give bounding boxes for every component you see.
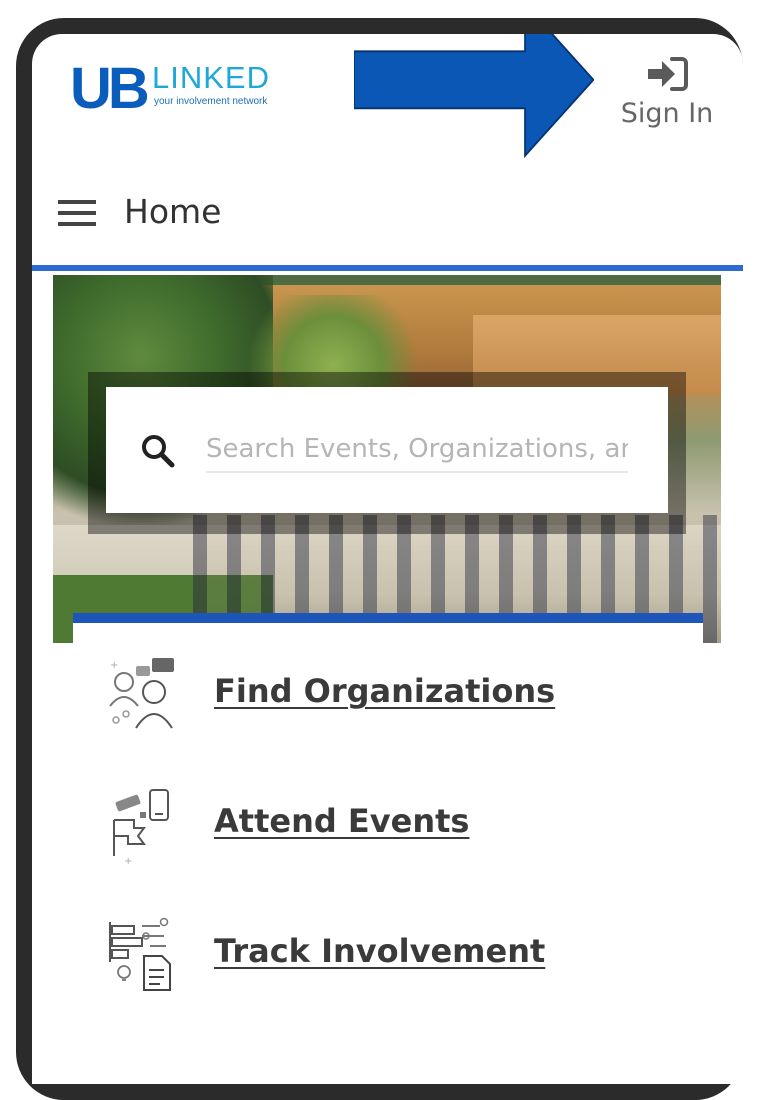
- nav-divider: [32, 265, 743, 271]
- search-icon: [142, 435, 175, 468]
- find-organizations-label[interactable]: Find Organizations: [214, 672, 555, 710]
- page-title: Home: [124, 192, 222, 231]
- ublinked-logo[interactable]: UB LINKED your involvement network: [70, 58, 290, 118]
- sign-in-button[interactable]: Sign In: [617, 54, 717, 134]
- logo-linked-text: LINKED: [152, 60, 270, 95]
- sign-in-icon: [648, 57, 688, 91]
- app-screen: UB LINKED your involvement network Sign …: [32, 34, 743, 1084]
- svg-text:+: +: [124, 856, 132, 866]
- logo-ub-text: UB: [70, 56, 150, 121]
- nav-bar: Home: [32, 184, 743, 264]
- logo-tagline: your involvement network: [154, 96, 268, 107]
- hero-banner: [53, 275, 721, 643]
- find-organizations-link[interactable]: + Find Organizations: [102, 656, 662, 736]
- hamburger-menu-icon[interactable]: [58, 200, 96, 230]
- attend-events-link[interactable]: + Attend Events: [102, 786, 662, 866]
- annotation-arrow: [354, 34, 594, 159]
- find-organizations-icon: +: [109, 658, 174, 729]
- sign-in-label: Sign In: [620, 98, 714, 129]
- track-involvement-label[interactable]: Track Involvement: [214, 932, 545, 970]
- search-input[interactable]: [206, 427, 628, 473]
- search-box[interactable]: [106, 387, 668, 513]
- hero-accent-bar: [73, 613, 703, 623]
- attend-events-label[interactable]: Attend Events: [214, 802, 469, 840]
- svg-text:+: +: [110, 660, 118, 671]
- track-involvement-icon: [109, 917, 171, 991]
- attend-events-icon: +: [113, 789, 169, 866]
- track-involvement-link[interactable]: Track Involvement: [102, 916, 662, 996]
